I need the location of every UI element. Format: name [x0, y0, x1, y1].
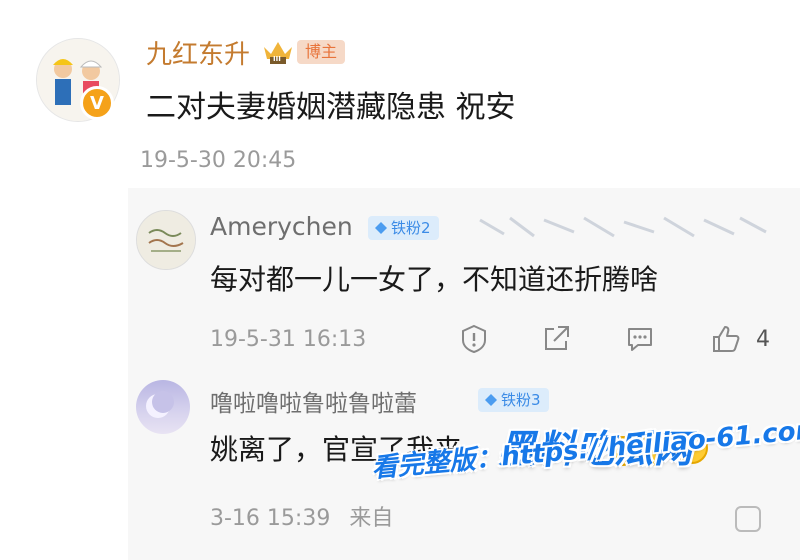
- fan-badge-label: 铁粉3: [501, 391, 541, 409]
- share-icon[interactable]: [538, 321, 574, 357]
- role-badge: 博主: [297, 40, 346, 64]
- reply-text: 每对都一儿一女了，不知道还折腾啥: [210, 263, 659, 296]
- diamond-icon: [375, 222, 387, 234]
- diamond-icon: [485, 394, 497, 406]
- reply-time: 19-5-31 16:13: [210, 327, 367, 352]
- comment-time: 19-5-30 20:45: [140, 148, 297, 173]
- reply-author[interactable]: Amerychen: [210, 212, 353, 241]
- reply-time-value: 3-16 15:39: [210, 506, 331, 531]
- fan-badge: 铁粉2: [368, 216, 439, 240]
- reply-source: 来自: [349, 506, 394, 531]
- comment-text: 二对夫妻婚姻潜藏隐患 祝安: [146, 90, 516, 125]
- avatar[interactable]: [136, 210, 196, 270]
- comment-author[interactable]: 九红东升: [146, 34, 250, 71]
- more-icon[interactable]: [735, 506, 761, 532]
- like-icon[interactable]: [708, 321, 744, 357]
- reply-time: 3-16 15:39 来自: [210, 500, 393, 532]
- verified-icon: V: [80, 86, 114, 120]
- avatar[interactable]: [136, 380, 190, 434]
- fan-badge: 铁粉3: [478, 388, 549, 412]
- reply-author[interactable]: 噜啦噜啦鲁啦鲁啦蕾: [210, 384, 417, 418]
- crown-icon: III: [262, 39, 294, 69]
- like-count: 4: [756, 327, 770, 352]
- comment-icon[interactable]: [622, 321, 658, 357]
- report-icon[interactable]: [456, 321, 492, 357]
- masked-text-decoration: [474, 212, 770, 242]
- fan-badge-label: 铁粉2: [391, 219, 431, 237]
